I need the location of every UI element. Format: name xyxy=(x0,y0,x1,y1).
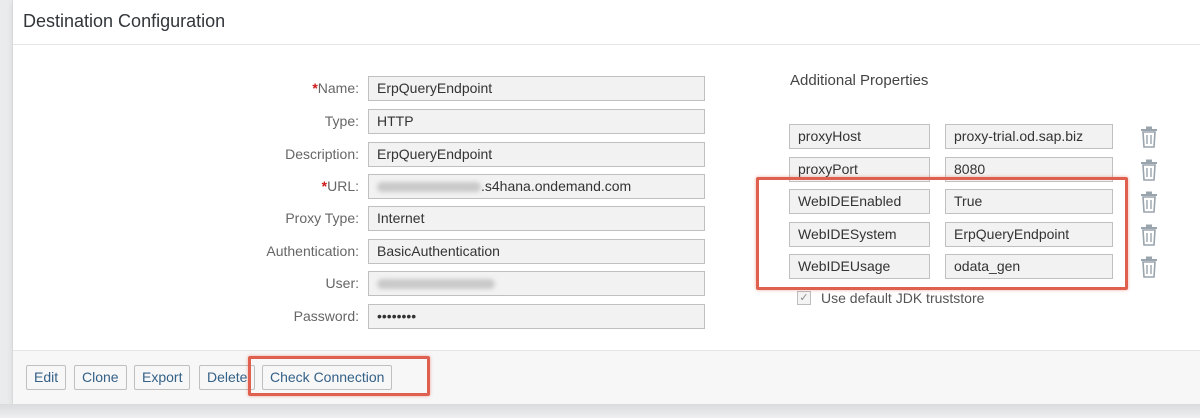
property-value-proxyhost[interactable]: proxy-trial.od.sap.biz xyxy=(945,124,1113,149)
password-label: Password: xyxy=(293,308,359,324)
trash-icon[interactable] xyxy=(1140,256,1158,278)
webide-properties-highlight xyxy=(756,177,1128,290)
footer-bar xyxy=(13,351,1200,404)
authentication-field[interactable]: BasicAuthentication xyxy=(368,239,705,264)
title-divider xyxy=(13,44,1200,45)
name-field[interactable]: ErpQueryEndpoint xyxy=(368,76,705,101)
user-field[interactable] xyxy=(368,271,705,296)
additional-properties-title: Additional Properties xyxy=(790,72,929,89)
export-button[interactable]: Export xyxy=(134,365,191,390)
type-label: Type: xyxy=(324,113,359,129)
redacted-host xyxy=(377,182,481,193)
edit-button[interactable]: Edit xyxy=(26,365,67,390)
clone-button[interactable]: Clone xyxy=(74,365,127,390)
jdk-truststore-option: ✓ Use default JDK truststore xyxy=(797,290,984,306)
password-field[interactable]: •••••••• xyxy=(368,304,705,329)
redacted-user xyxy=(377,279,495,290)
proxy-type-label: Proxy Type: xyxy=(285,210,359,226)
jdk-truststore-label: Use default JDK truststore xyxy=(821,290,985,306)
type-field[interactable]: HTTP xyxy=(368,109,705,134)
trash-icon[interactable] xyxy=(1140,126,1158,148)
jdk-truststore-checkbox[interactable]: ✓ xyxy=(797,291,811,305)
description-field[interactable]: ErpQueryEndpoint xyxy=(368,142,705,167)
authentication-label: Authentication: xyxy=(266,243,359,259)
trash-icon[interactable] xyxy=(1140,224,1158,246)
description-label: Description: xyxy=(285,146,359,162)
delete-button[interactable]: Delete xyxy=(199,365,256,390)
page-bottom-edge xyxy=(0,404,1200,418)
check-connection-highlight xyxy=(248,356,430,396)
panel-title: Destination Configuration xyxy=(23,11,226,31)
checkmark-icon: ✓ xyxy=(799,291,809,304)
trash-icon[interactable] xyxy=(1140,159,1158,181)
trash-icon[interactable] xyxy=(1140,191,1158,213)
proxy-type-field[interactable]: Internet xyxy=(368,206,705,231)
url-field[interactable]: .s4hana.ondemand.com xyxy=(368,174,705,199)
name-label: *Name: xyxy=(312,80,359,96)
user-label: User: xyxy=(325,275,359,291)
property-key-proxyhost[interactable]: proxyHost xyxy=(789,124,930,149)
url-label: *URL: xyxy=(321,178,359,194)
